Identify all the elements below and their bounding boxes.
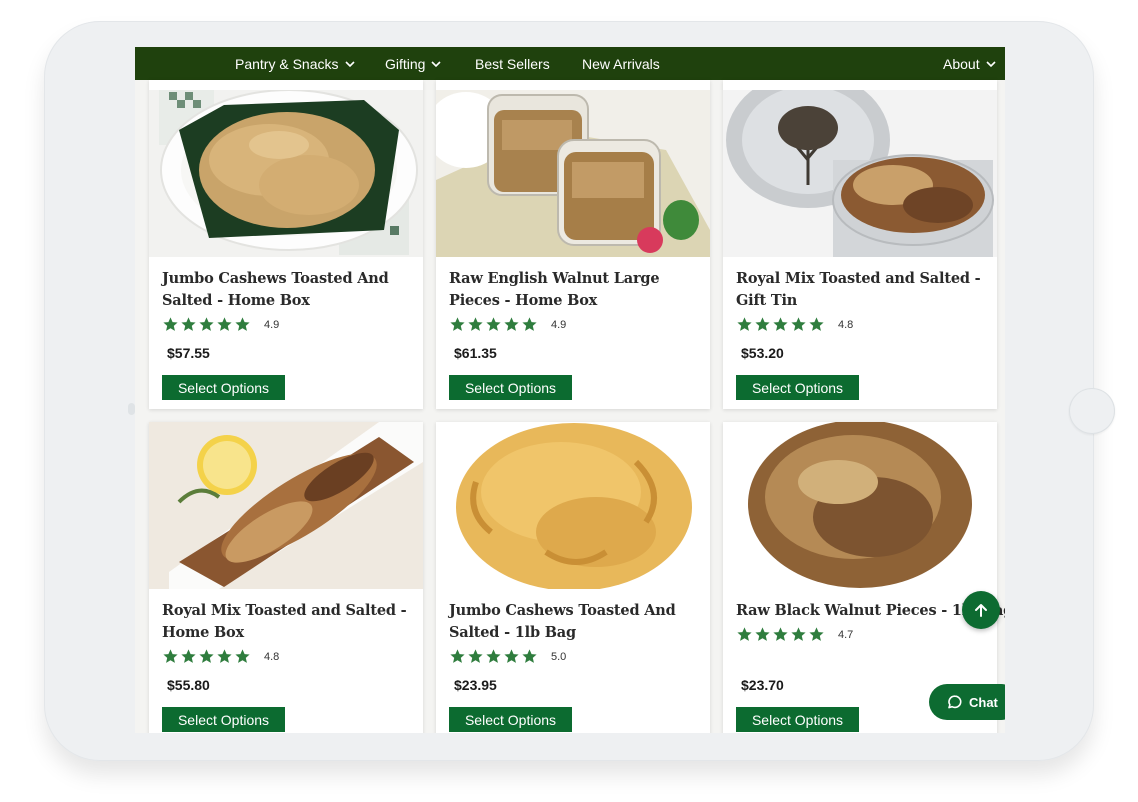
product-rating: 4.8 (162, 648, 279, 665)
star-icon (468, 317, 483, 331)
rating-value: 4.8 (838, 318, 854, 331)
product-title[interactable]: Jumbo Cashews Toasted And Salted - 1lb B… (449, 600, 707, 644)
chevron-down-icon (344, 60, 355, 68)
star-icon (181, 317, 196, 331)
product-price: $23.95 (454, 677, 497, 693)
star-icon (217, 649, 232, 663)
rating-stars (162, 316, 251, 333)
star-icon (504, 317, 519, 331)
star-icon (773, 627, 788, 641)
product-rating: 4.9 (162, 316, 279, 333)
product-title[interactable]: Raw Black Walnut Pieces - 1lb Bag (736, 600, 1005, 622)
select-options-button[interactable]: Select Options (162, 375, 285, 400)
nav-item-best-sellers[interactable]: Best Sellers (475, 55, 550, 73)
star-icon (773, 317, 788, 331)
rating-value: 5.0 (551, 650, 567, 663)
chat-button[interactable]: Chat (929, 684, 1005, 720)
star-icon (450, 649, 465, 663)
product-image-mixed-nuts-tin[interactable] (723, 90, 997, 257)
star-icon (755, 317, 770, 331)
chat-label: Chat (969, 694, 998, 710)
camera-dot (128, 403, 135, 415)
product-image-black-walnut-pieces[interactable] (723, 422, 997, 589)
star-icon (468, 649, 483, 663)
star-icon (450, 317, 465, 331)
product-card[interactable]: Royal Mix Toasted and Salted - Gift Tin … (723, 80, 997, 409)
product-rating: 5.0 (449, 648, 566, 665)
rating-value: 4.8 (264, 650, 280, 663)
star-icon (486, 317, 501, 331)
rating-stars (736, 626, 825, 643)
main-navigation: Pantry & Snacks Gifting Best Sellers New… (135, 47, 1005, 80)
rating-value: 4.7 (838, 628, 854, 641)
rating-stars (736, 316, 825, 333)
star-icon (181, 649, 196, 663)
star-icon (737, 627, 752, 641)
nav-label: Best Sellers (475, 56, 550, 72)
star-icon (199, 649, 214, 663)
star-icon (791, 627, 806, 641)
chat-bubble-icon (948, 695, 962, 709)
select-options-button[interactable]: Select Options (449, 375, 572, 400)
star-icon (755, 627, 770, 641)
product-rating: 4.8 (736, 316, 853, 333)
home-button (1069, 388, 1115, 434)
product-price: $61.35 (454, 345, 497, 361)
star-icon (809, 317, 824, 331)
scroll-to-top-button[interactable] (962, 591, 1000, 629)
product-card[interactable]: Jumbo Cashews Toasted And Salted - Home … (149, 80, 423, 409)
nav-item-gifting[interactable]: Gifting (385, 55, 442, 73)
screen: Pantry & Snacks Gifting Best Sellers New… (135, 47, 1005, 733)
rating-stars (162, 648, 251, 665)
nav-label: New Arrivals (582, 56, 660, 72)
star-icon (791, 317, 806, 331)
star-icon (522, 649, 537, 663)
select-options-button[interactable]: Select Options (449, 707, 572, 732)
select-options-button[interactable]: Select Options (736, 707, 859, 732)
product-price: $23.70 (741, 677, 784, 693)
product-card[interactable]: Royal Mix Toasted and Salted - Home Box … (149, 422, 423, 733)
arrow-up-icon (975, 604, 987, 617)
product-title[interactable]: Jumbo Cashews Toasted And Salted - Home … (162, 268, 420, 312)
product-image-cashews-pile[interactable] (436, 422, 710, 589)
product-rating: 4.9 (449, 316, 566, 333)
product-price: $53.20 (741, 345, 784, 361)
star-icon (235, 649, 250, 663)
product-image-cashews-in-bowl[interactable] (149, 90, 423, 257)
product-image-walnuts-in-jars[interactable] (436, 90, 710, 257)
product-title[interactable]: Raw English Walnut Large Pieces - Home B… (449, 268, 707, 312)
star-icon (163, 317, 178, 331)
rating-value: 4.9 (264, 318, 280, 331)
chevron-down-icon (986, 60, 996, 68)
product-price: $55.80 (167, 677, 210, 693)
star-icon (522, 317, 537, 331)
nav-item-about[interactable]: About (943, 55, 996, 73)
product-price: $57.55 (167, 345, 210, 361)
rating-value: 4.9 (551, 318, 567, 331)
star-icon (809, 627, 824, 641)
chevron-down-icon (431, 60, 442, 68)
rating-stars (449, 316, 538, 333)
star-icon (235, 317, 250, 331)
star-icon (199, 317, 214, 331)
star-icon (504, 649, 519, 663)
nav-label: Gifting (385, 56, 426, 72)
star-icon (486, 649, 501, 663)
star-icon (163, 649, 178, 663)
product-card[interactable]: Jumbo Cashews Toasted And Salted - 1lb B… (436, 422, 710, 733)
product-title[interactable]: Royal Mix Toasted and Salted - Gift Tin (736, 268, 994, 312)
product-image-mixed-nuts-platter[interactable] (149, 422, 423, 589)
nav-item-new-arrivals[interactable]: New Arrivals (582, 55, 660, 73)
nav-label: Pantry & Snacks (235, 56, 339, 72)
select-options-button[interactable]: Select Options (736, 375, 859, 400)
rating-stars (449, 648, 538, 665)
star-icon (737, 317, 752, 331)
star-icon (217, 317, 232, 331)
nav-label: About (943, 56, 980, 72)
product-card[interactable]: Raw English Walnut Large Pieces - Home B… (436, 80, 710, 409)
select-options-button[interactable]: Select Options (162, 707, 285, 732)
nav-item-pantry-snacks[interactable]: Pantry & Snacks (235, 55, 355, 73)
product-rating: 4.7 (736, 626, 853, 643)
product-title[interactable]: Royal Mix Toasted and Salted - Home Box (162, 600, 420, 644)
